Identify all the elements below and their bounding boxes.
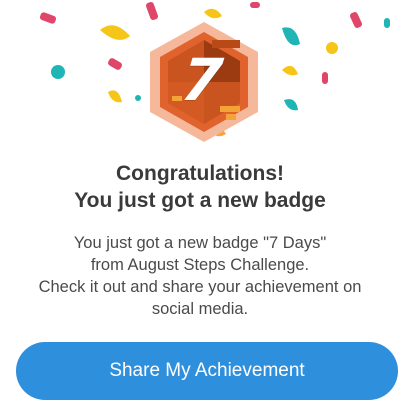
message-line-4: social media. <box>151 300 249 318</box>
achievement-message: You just got a new badge "7 Days" from A… <box>20 232 380 320</box>
page-title: Congratulations! You just got a new badg… <box>0 160 400 214</box>
headline-line-2: You just got a new badge <box>74 189 326 212</box>
message-line-1: You just got a new badge "7 Days" <box>73 234 327 252</box>
share-achievement-button[interactable]: Share My Achievement <box>16 342 398 400</box>
headline-line-1: Congratulations! <box>116 162 284 185</box>
message-line-3: Check it out and share your achievement … <box>38 278 362 296</box>
badge-icon: 7 <box>140 18 268 146</box>
badge-number: 7 <box>178 46 226 114</box>
message-line-2: from August Steps Challenge. <box>90 256 310 274</box>
